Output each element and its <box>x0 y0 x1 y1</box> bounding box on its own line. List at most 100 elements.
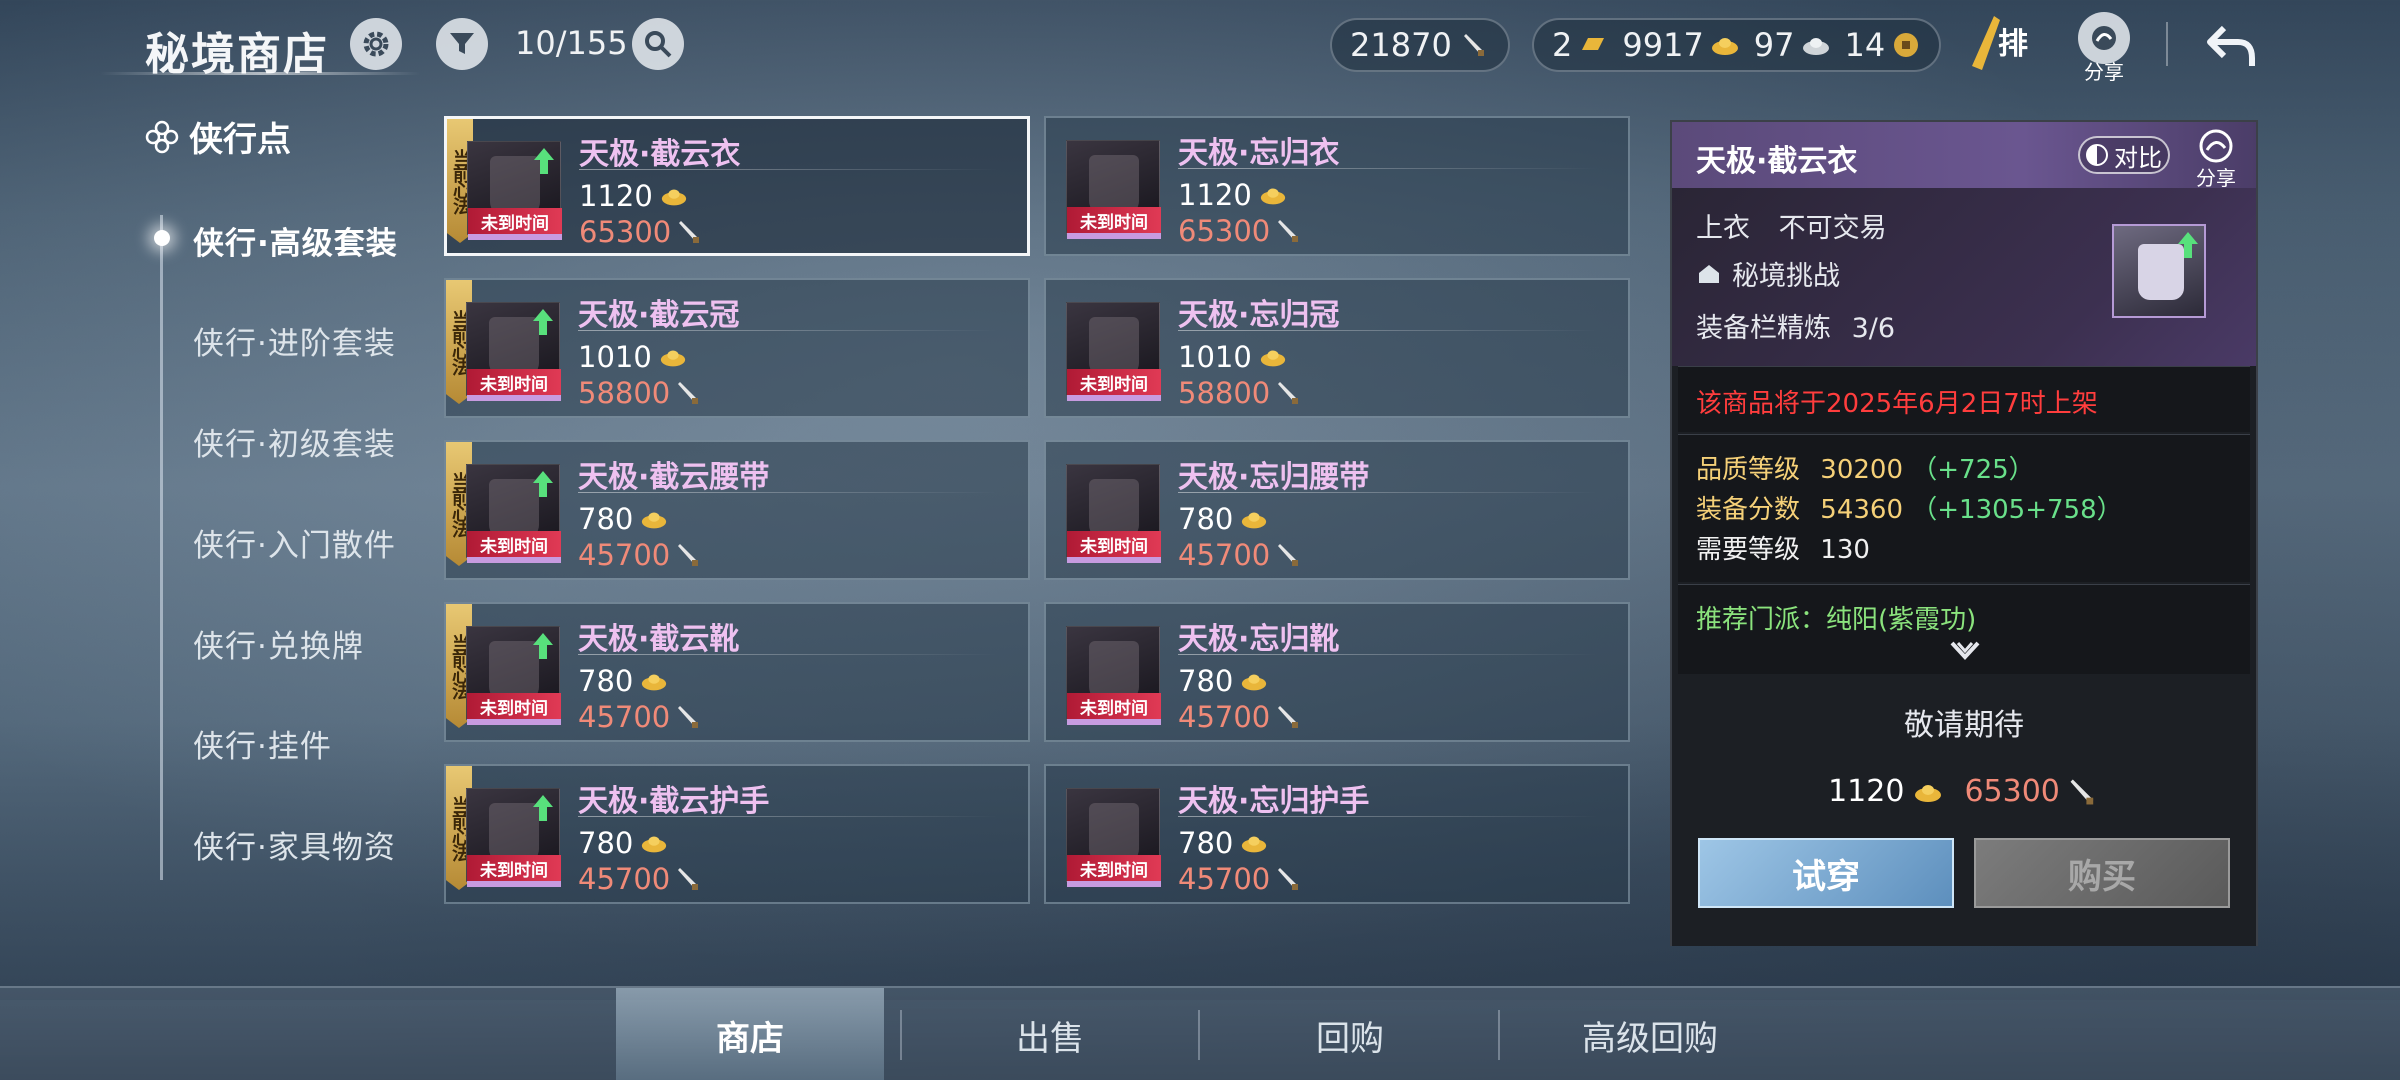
item-card[interactable]: 当前心法 未到时间 天极·截云衣 1120 65300 <box>444 116 1030 256</box>
tab-advanced-buyback[interactable]: 高级回购 <box>1500 988 1800 1080</box>
item-card[interactable]: 当前心法 未到时间 天极·截云冠 1010 58800 <box>444 278 1030 418</box>
sidebar-line <box>160 215 163 880</box>
item-gold-price: 1120 <box>579 179 691 213</box>
not-yet-time-tag: 未到时间 <box>1067 855 1161 881</box>
detail-refine-label: 装备栏精炼 <box>1696 313 1831 344</box>
flower-icon <box>145 120 179 153</box>
gold-ingot-icon <box>1242 512 1267 529</box>
item-gold-price: 780 <box>1178 826 1271 860</box>
detail-share-button[interactable]: 分享 <box>2188 128 2244 190</box>
sidebar-item-pendant[interactable]: 侠行·挂件 <box>193 721 332 766</box>
recommend-text: 推荐门派：纯阳(紫霞功) <box>1696 605 1977 635</box>
not-yet-time-tag: 未到时间 <box>468 208 562 234</box>
upgrade-arrow-icon <box>533 471 553 497</box>
gold-ingot-icon <box>1260 188 1285 205</box>
expand-chevron-icon[interactable] <box>1948 639 1982 665</box>
item-divider <box>1178 330 1598 331</box>
ranking-button[interactable]: 排 <box>1964 10 2034 76</box>
sidebar-item-furniture[interactable]: 侠行·家具物资 <box>193 822 396 867</box>
gold-bar-icon <box>1582 38 1605 50</box>
coming-soon-label: 敬请期待 <box>1904 708 2024 743</box>
gear-icon <box>363 31 389 57</box>
search-button[interactable] <box>632 18 684 70</box>
detail-refine-value: 3/6 <box>1851 313 1896 344</box>
item-name: 天极·忘归护手 <box>1178 784 1370 819</box>
item-silver-value: 58800 <box>1178 376 1271 410</box>
share-button[interactable]: 分享 <box>2072 12 2136 84</box>
sidebar-item-advanced-set[interactable]: 侠行·高级套装 <box>193 218 398 263</box>
buy-button[interactable]: 购买 <box>1974 838 2230 908</box>
item-card[interactable]: 未到时间 天极·忘归靴 780 45700 <box>1044 602 1630 742</box>
equipment-icon <box>1089 479 1139 539</box>
filter-button[interactable] <box>436 18 488 70</box>
currency-main-value: 21870 <box>1350 26 1452 64</box>
sidebar-active-dot <box>154 230 170 246</box>
tab-shop[interactable]: 商店 <box>616 988 884 1080</box>
sidebar-item-entry-pieces[interactable]: 侠行·入门散件 <box>193 520 396 565</box>
back-arrow-icon <box>2207 25 2255 66</box>
sidebar-item-intermediate-set[interactable]: 侠行·进阶套装 <box>193 318 396 363</box>
detail-slot-value: 上衣 <box>1696 213 1750 244</box>
equipment-icon <box>1089 155 1139 215</box>
item-card[interactable]: 未到时间 天极·忘归腰带 780 45700 <box>1044 440 1630 580</box>
detail-summary: 上衣 不可交易 秘境挑战 装备栏精炼 3/6 <box>1672 188 2256 366</box>
tab-buyback[interactable]: 回购 <box>1200 988 1500 1080</box>
item-silver-value: 45700 <box>578 538 671 572</box>
item-thumbnail: 未到时间 <box>467 141 562 240</box>
gold-ingot-icon <box>661 189 686 206</box>
availability-notice: 该商品将于2025年6月2日7时上架 <box>1696 389 2098 419</box>
settings-button[interactable] <box>350 18 402 70</box>
item-divider <box>1178 654 1598 655</box>
sidebar-item-exchange-token[interactable]: 侠行·兑换牌 <box>193 621 364 666</box>
item-card[interactable]: 当前心法 未到时间 天极·截云腰带 780 45700 <box>444 440 1030 580</box>
item-divider <box>578 492 998 493</box>
item-card[interactable]: 当前心法 未到时间 天极·截云护手 780 45700 <box>444 764 1030 904</box>
gold-ingot-icon <box>1242 836 1267 853</box>
item-card[interactable]: 当前心法 未到时间 天极·截云靴 780 45700 <box>444 602 1030 742</box>
equipment-icon <box>1089 803 1139 863</box>
gold-ingot-icon <box>660 350 685 367</box>
sword-currency-icon <box>1278 868 1299 890</box>
not-yet-time-tag: 未到时间 <box>1067 693 1161 719</box>
level-stat: 需要等级 130 <box>1696 529 1870 566</box>
tab-sell[interactable]: 出售 <box>900 988 1200 1080</box>
not-yet-time-tag: 未到时间 <box>1067 207 1161 233</box>
item-divider <box>578 330 998 331</box>
sword-currency-icon <box>678 868 699 890</box>
item-gold-price: 780 <box>578 502 671 536</box>
detail-item-thumbnail[interactable] <box>2112 224 2206 318</box>
gold-ingot-icon <box>642 512 667 529</box>
header-divider <box>2166 22 2168 66</box>
sword-currency-icon <box>678 706 699 728</box>
item-silver-price: 65300 <box>1178 214 1304 248</box>
item-silver-value: 45700 <box>1178 700 1271 734</box>
item-card[interactable]: 未到时间 天极·忘归衣 1120 65300 <box>1044 116 1630 256</box>
item-gold-price: 780 <box>1178 664 1271 698</box>
sidebar-item-beginner-set[interactable]: 侠行·初级套装 <box>193 419 396 464</box>
item-silver-value: 58800 <box>578 376 671 410</box>
item-silver-value: 65300 <box>1178 214 1271 248</box>
item-silver-price: 45700 <box>1178 862 1304 896</box>
compare-icon <box>2086 144 2108 166</box>
item-divider <box>1178 816 1598 817</box>
item-thumbnail: 未到时间 <box>1066 626 1161 725</box>
rarity-bar <box>467 395 561 401</box>
back-button[interactable] <box>2202 14 2262 74</box>
item-gold-value: 780 <box>1178 826 1234 860</box>
item-gold-value: 780 <box>578 502 634 536</box>
compare-button[interactable]: 对比 <box>2078 136 2170 174</box>
gold-ingot-icon <box>642 674 667 691</box>
not-yet-time-tag: 未到时间 <box>467 855 561 881</box>
item-silver-value: 45700 <box>1178 862 1271 896</box>
item-silver-price: 45700 <box>1178 700 1304 734</box>
item-name: 天极·忘归冠 <box>1178 298 1340 333</box>
item-silver-value: 45700 <box>578 700 671 734</box>
item-card[interactable]: 未到时间 天极·忘归冠 1010 58800 <box>1044 278 1630 418</box>
coin-icon <box>1894 33 1919 57</box>
item-card[interactable]: 未到时间 天极·忘归护手 780 45700 <box>1044 764 1630 904</box>
item-gold-value: 780 <box>578 826 634 860</box>
rarity-bar <box>468 234 562 240</box>
item-gold-value: 1120 <box>1178 178 1252 212</box>
try-on-button[interactable]: 试穿 <box>1698 838 1954 908</box>
sword-currency-icon <box>1278 544 1299 566</box>
